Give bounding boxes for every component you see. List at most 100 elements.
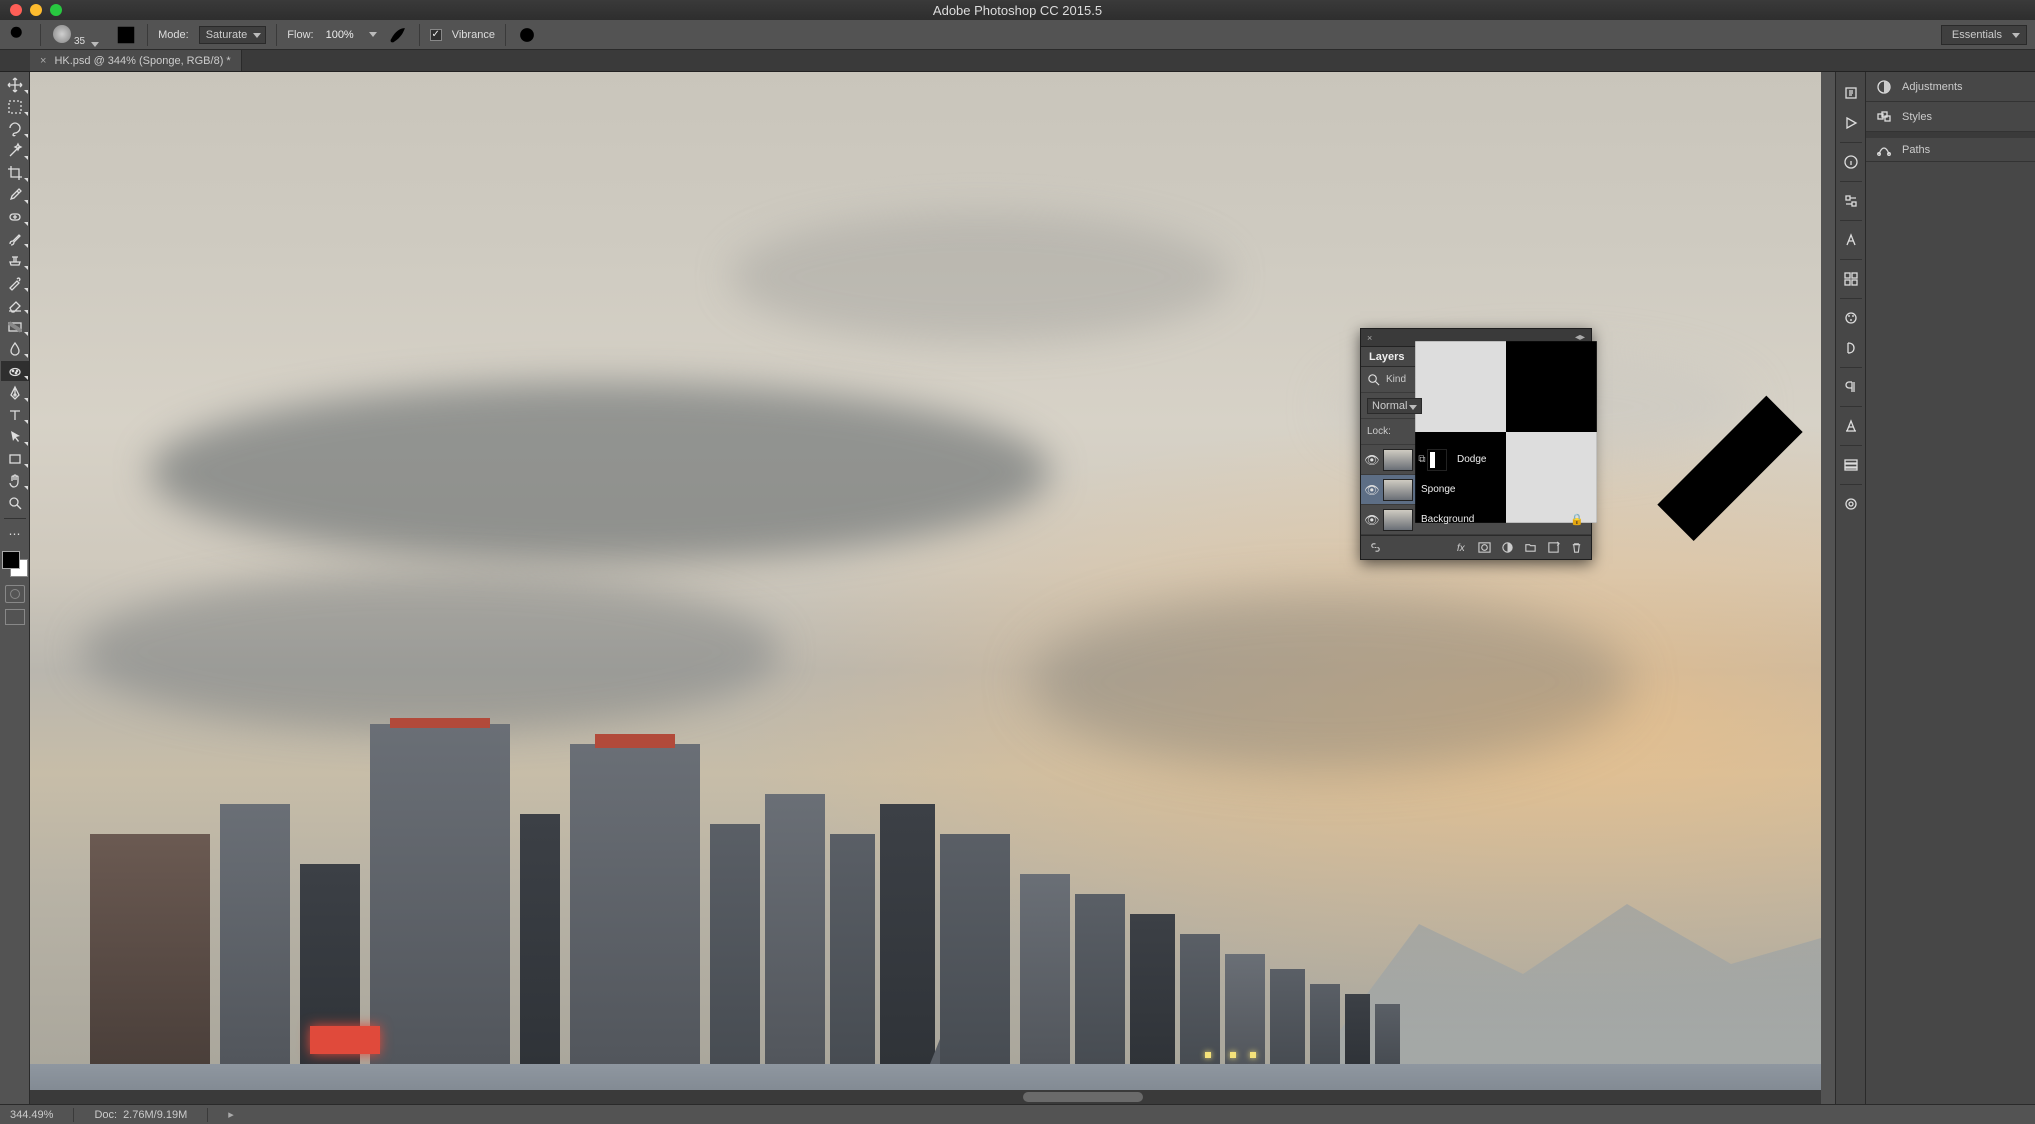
path-selection-tool[interactable] xyxy=(1,427,29,447)
layer-mask-thumbnail[interactable] xyxy=(1427,449,1447,471)
rectangle-tool[interactable] xyxy=(1,449,29,469)
glyphs-panel-icon[interactable] xyxy=(1837,411,1865,441)
close-window-button[interactable] xyxy=(10,4,22,16)
layer-style-icon[interactable]: fx xyxy=(1455,541,1468,554)
document-canvas[interactable] xyxy=(30,72,1835,1104)
lock-transparency-icon[interactable] xyxy=(1397,323,1615,541)
visibility-toggle[interactable]: 👁 xyxy=(1361,513,1383,527)
hand-tool[interactable] xyxy=(1,471,29,491)
edit-toolbar-button[interactable]: ⋯ xyxy=(1,524,29,544)
brush-preset-picker[interactable]: 35 xyxy=(51,23,105,47)
canvas-area[interactable]: × ◂▸ Layers ≡ Kind Norma xyxy=(30,72,1835,1104)
brush-size-value: 35 xyxy=(74,36,85,47)
color-swatches[interactable] xyxy=(2,551,28,577)
blur-tool[interactable] xyxy=(1,339,29,359)
doc-size-label: Doc: xyxy=(94,1109,117,1121)
tablet-pressure-toggle[interactable] xyxy=(516,24,538,46)
brush-panel-toggle[interactable] xyxy=(115,24,137,46)
chevron-down-icon[interactable] xyxy=(369,32,377,37)
sponge-tool[interactable] xyxy=(1,361,29,381)
horizontal-scrollbar[interactable] xyxy=(30,1090,1835,1104)
move-tool[interactable] xyxy=(1,75,29,95)
crop-tool[interactable] xyxy=(1,163,29,183)
visibility-toggle[interactable]: 👁 xyxy=(1361,453,1383,467)
layer-thumbnail[interactable] xyxy=(1383,509,1413,531)
layer-name[interactable]: Background xyxy=(1417,514,1569,525)
panel-dock: Adjustments Styles Paths xyxy=(1865,72,2035,1104)
zoom-tool[interactable] xyxy=(1,493,29,513)
history-panel-icon[interactable] xyxy=(1837,78,1865,108)
status-menu-arrow[interactable]: ▸ xyxy=(228,1108,234,1121)
minimize-window-button[interactable] xyxy=(30,4,42,16)
canvas-image xyxy=(730,212,1230,342)
layers-panel[interactable]: × ◂▸ Layers ≡ Kind Norma xyxy=(1360,328,1592,560)
workspace-switcher[interactable]: Essentials xyxy=(1941,25,2027,45)
styles-panel-tab[interactable]: Styles xyxy=(1866,102,2035,132)
history-brush-tool[interactable] xyxy=(1,273,29,293)
mask-link-icon[interactable]: ⧉ xyxy=(1417,454,1427,465)
layer-thumbnail[interactable] xyxy=(1383,479,1413,501)
eyedropper-tool[interactable] xyxy=(1,185,29,205)
vibrance-checkbox[interactable] xyxy=(430,29,442,41)
scrollbar-thumb[interactable] xyxy=(1023,1092,1143,1102)
paths-panel-tab[interactable]: Paths xyxy=(1866,132,2035,162)
swatches-panel-icon[interactable] xyxy=(1837,264,1865,294)
pen-tool[interactable] xyxy=(1,383,29,403)
new-group-icon[interactable] xyxy=(1524,541,1537,554)
layers-panel-icon[interactable] xyxy=(1837,450,1865,480)
channels-panel-icon[interactable] xyxy=(1837,489,1865,519)
marquee-tool[interactable] xyxy=(1,97,29,117)
delete-layer-icon[interactable] xyxy=(1570,541,1583,554)
paragraph-panel-icon[interactable] xyxy=(1837,372,1865,402)
separator xyxy=(207,1108,208,1122)
blend-mode-select[interactable]: Normal xyxy=(1367,398,1422,414)
adjustment-layer-icon[interactable] xyxy=(1501,541,1514,554)
mode-select[interactable]: Saturate xyxy=(199,26,267,44)
adjustments-panel-tab[interactable]: Adjustments xyxy=(1866,72,2035,102)
new-layer-icon[interactable] xyxy=(1547,541,1560,554)
info-panel-icon[interactable] xyxy=(1837,147,1865,177)
actions-panel-icon[interactable] xyxy=(1837,108,1865,138)
screen-mode-button[interactable] xyxy=(5,609,25,625)
separator xyxy=(73,1108,74,1122)
lock-fill-row: Lock: Fill: 100% xyxy=(1361,419,1591,445)
lock-pixels-icon[interactable] xyxy=(1621,323,1835,541)
libraries-panel-icon[interactable] xyxy=(1837,333,1865,363)
visibility-toggle[interactable]: 👁 xyxy=(1361,483,1383,497)
layer-name[interactable]: Dodge xyxy=(1453,454,1585,465)
gradient-tool[interactable] xyxy=(1,317,29,337)
healing-brush-tool[interactable] xyxy=(1,207,29,227)
close-panel-icon[interactable]: × xyxy=(1367,333,1372,343)
color-panel-icon[interactable] xyxy=(1837,303,1865,333)
airbrush-toggle[interactable] xyxy=(387,24,409,46)
layer-mask-icon[interactable] xyxy=(1478,541,1491,554)
brush-tool[interactable] xyxy=(1,229,29,249)
layer-name[interactable]: Sponge xyxy=(1417,484,1585,495)
zoom-level[interactable]: 344.49% xyxy=(10,1109,53,1121)
maximize-window-button[interactable] xyxy=(50,4,62,16)
magic-wand-tool[interactable] xyxy=(1,141,29,161)
link-layers-icon[interactable] xyxy=(1369,541,1382,554)
close-tab-icon[interactable]: × xyxy=(40,55,46,67)
quick-mask-toggle[interactable] xyxy=(5,585,25,603)
document-tab[interactable]: × HK.psd @ 344% (Sponge, RGB/8) * xyxy=(30,50,242,71)
paths-icon xyxy=(1876,142,1892,158)
separator xyxy=(276,24,277,46)
chevron-down-icon xyxy=(2012,33,2020,38)
vertical-scrollbar[interactable] xyxy=(1821,72,1835,1104)
mode-value: Saturate xyxy=(206,29,248,41)
eraser-tool[interactable] xyxy=(1,295,29,315)
properties-panel-icon[interactable] xyxy=(1837,186,1865,216)
clone-stamp-tool[interactable] xyxy=(1,251,29,271)
status-bar: 344.49% Doc: 2.76M/9.19M ▸ xyxy=(0,1104,2035,1124)
tool-preset-picker[interactable] xyxy=(8,24,30,46)
foreground-color-swatch[interactable] xyxy=(2,551,20,569)
styles-icon xyxy=(1876,109,1892,125)
brush-preview-icon xyxy=(53,25,71,43)
character-panel-icon[interactable] xyxy=(1837,225,1865,255)
lasso-tool[interactable] xyxy=(1,119,29,139)
lock-icon: 🔒 xyxy=(1569,513,1585,526)
type-tool[interactable] xyxy=(1,405,29,425)
flow-value[interactable]: 100% xyxy=(324,28,356,42)
layer-thumbnail[interactable] xyxy=(1383,449,1413,471)
